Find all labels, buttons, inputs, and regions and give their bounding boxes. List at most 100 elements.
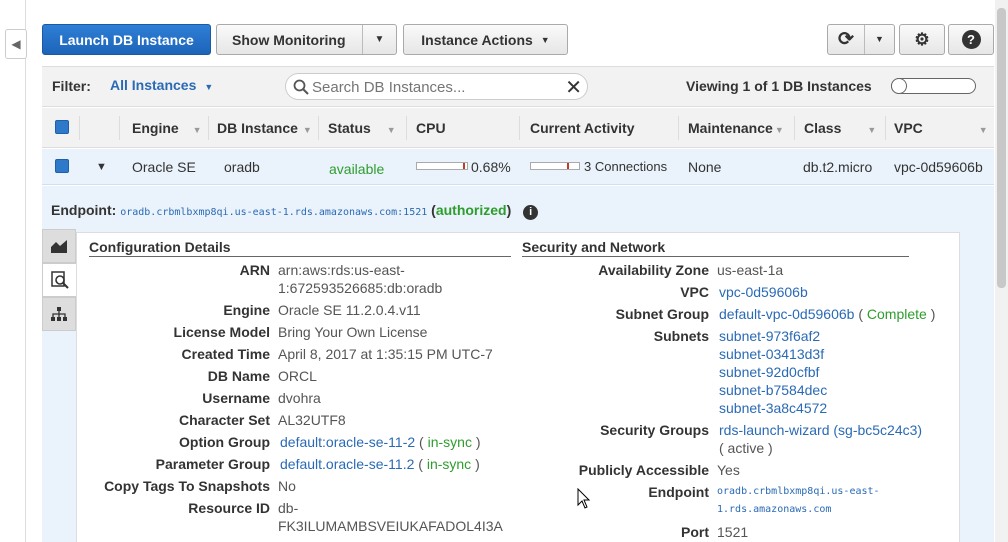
row-checkbox[interactable] [55, 159, 69, 175]
column-db-instance[interactable]: DB Instance ▼ [217, 108, 312, 148]
endpoint-status: authorized [435, 202, 507, 218]
public-label: Publicly Accessible [578, 462, 709, 478]
column-current-activity[interactable]: Current Activity [530, 108, 635, 148]
filter-dropdown[interactable]: All Instances ▼ [110, 77, 213, 93]
created-value: April 8, 2017 at 1:35:15 PM UTC-7 [278, 346, 493, 362]
refresh-icon: ⟳ [838, 29, 854, 50]
endpoint-value-1[interactable]: oradb.crbmlbxmp8qi.us-east- [717, 483, 880, 501]
left-sidebar: ◀ [0, 0, 27, 542]
filter-bar: Filter: All Instances ▼ ✕ Viewing 1 of 1 … [42, 66, 994, 107]
security-section-title: Security and Network [522, 239, 909, 257]
engine-label: Engine [223, 302, 270, 318]
scrollbar[interactable] [995, 0, 1008, 542]
db-instance-cell: oradb [224, 159, 260, 175]
column-class[interactable]: Class ▼ [804, 108, 876, 148]
subnet-link[interactable]: subnet-92d0cfbf [719, 363, 819, 381]
dbname-value: ORCL [278, 368, 317, 384]
show-monitoring-button[interactable]: Show Monitoring ▼ [216, 24, 397, 55]
security-groups-label: Security Groups [600, 422, 709, 438]
launch-db-instance-button[interactable]: Launch DB Instance [42, 24, 211, 55]
subnet-link[interactable]: subnet-b7584dec [719, 381, 827, 399]
search-input[interactable] [312, 77, 552, 97]
security-group-status: ( active ) [719, 440, 773, 456]
username-label: Username [202, 390, 270, 406]
subnet-group-status: Complete [866, 306, 927, 322]
activity-cell[interactable]: 3 Connections [584, 149, 667, 185]
port-value: 1521 [717, 524, 749, 540]
column-engine[interactable]: Engine ▼ [132, 108, 202, 148]
activity-bar [530, 162, 580, 170]
refresh-button[interactable]: ⟳ ▼ [827, 24, 895, 55]
chevron-down-icon[interactable]: ▼ [362, 25, 396, 54]
info-icon[interactable]: i [523, 205, 539, 220]
chevron-down-icon[interactable]: ▼ [864, 25, 894, 54]
column-cpu[interactable]: CPU [416, 108, 446, 148]
username-value: dvohra [278, 390, 321, 406]
tab-monitoring[interactable] [42, 229, 76, 263]
settings-button[interactable]: ⚙ [899, 24, 945, 55]
cpu-bar [416, 162, 468, 170]
scrollbar-thumb[interactable] [997, 8, 1006, 288]
subnets-label: Subnets [653, 328, 709, 344]
search-icon [293, 79, 309, 95]
parameter-group-link[interactable]: default.oracle-se-11.2 [280, 456, 414, 472]
arn-value-1: arn:aws:rds:us-east- [278, 262, 405, 278]
status-cell: available [329, 161, 385, 177]
subnet-link[interactable]: subnet-3a8c4572 [719, 399, 827, 417]
endpoint-label: Endpoint: [51, 202, 117, 218]
maintenance-cell: None [688, 159, 722, 175]
vpc-link[interactable]: vpc-0d59606b [719, 283, 808, 301]
help-button[interactable]: ? [948, 24, 994, 55]
column-status[interactable]: Status ▼ [328, 108, 396, 148]
charset-label: Character Set [178, 412, 270, 428]
engine-cell: Oracle SE [132, 159, 196, 175]
column-label: VPC [894, 120, 923, 136]
endpoint-value-2[interactable]: 1.rds.amazonaws.com [717, 501, 831, 519]
column-label: DB Instance [217, 120, 298, 136]
public-value: Yes [717, 462, 740, 478]
column-label: Maintenance [688, 120, 773, 136]
search-box[interactable]: ✕ [285, 73, 588, 100]
endpoint-value[interactable]: oradb.crbmlbxmp8qi.us-east-1.rds.amazona… [120, 207, 427, 218]
copy-tags-value: No [278, 478, 296, 494]
column-label: Current Activity [530, 120, 635, 136]
tab-topology[interactable] [42, 297, 76, 331]
column-vpc[interactable]: VPC ▼ [894, 108, 988, 148]
subnet-link[interactable]: subnet-03413d3f [719, 345, 824, 363]
subnet-group-link[interactable]: default-vpc-0d59606b [719, 306, 854, 322]
instance-actions-button[interactable]: Instance Actions ▼ [403, 24, 568, 55]
parameter-group-label: Parameter Group [155, 456, 270, 472]
slider-handle[interactable] [891, 78, 907, 94]
chevron-down-icon: ▼ [540, 34, 550, 45]
resource-id-label: Resource ID [188, 500, 270, 516]
clear-search-icon[interactable]: ✕ [565, 75, 582, 100]
chevron-down-icon: ▼ [204, 82, 214, 92]
vpc-cell: vpc-0d59606b [894, 159, 983, 175]
instance-actions-label: Instance Actions [421, 31, 533, 48]
resource-id-value-2: FK3ILUMAMBSVEIUKAFADOL4I3A [278, 518, 503, 534]
details-search-icon [50, 271, 69, 289]
subnet-link[interactable]: subnet-973f6af2 [719, 327, 820, 345]
charset-value: AL32UTF8 [278, 412, 346, 428]
config-section-title: Configuration Details [89, 239, 511, 257]
view-slider[interactable] [891, 78, 976, 94]
main-content: Launch DB Instance Show Monitoring ▼ Ins… [42, 0, 994, 542]
option-group-link[interactable]: default:oracle-se-11-2 [280, 434, 415, 450]
column-maintenance[interactable]: Maintenance ▼ [688, 108, 784, 148]
tab-details[interactable] [42, 263, 76, 297]
az-label: Availability Zone [598, 262, 709, 278]
select-all-checkbox[interactable] [55, 120, 69, 136]
option-group-status: in-sync [427, 434, 472, 450]
security-group-link[interactable]: rds-launch-wizard (sg-bc5c24c3) [719, 421, 922, 439]
chart-icon [51, 240, 67, 253]
collapse-sidebar-button[interactable]: ◀ [5, 29, 27, 59]
dbname-label: DB Name [207, 368, 270, 384]
endpoint-row: Endpoint: oradb.crbmlbxmp8qi.us-east-1.r… [51, 202, 539, 220]
gear-icon: ⚙ [914, 29, 930, 49]
table-row[interactable]: ▼ Oracle SE oradb available 0.68% 3 Conn… [42, 149, 994, 185]
arn-label: ARN [239, 262, 270, 278]
filter-value: All Instances [110, 77, 197, 93]
mouse-cursor-icon [577, 488, 591, 509]
show-monitoring-label: Show Monitoring [232, 31, 346, 48]
expand-row-icon[interactable]: ▼ [96, 149, 107, 185]
